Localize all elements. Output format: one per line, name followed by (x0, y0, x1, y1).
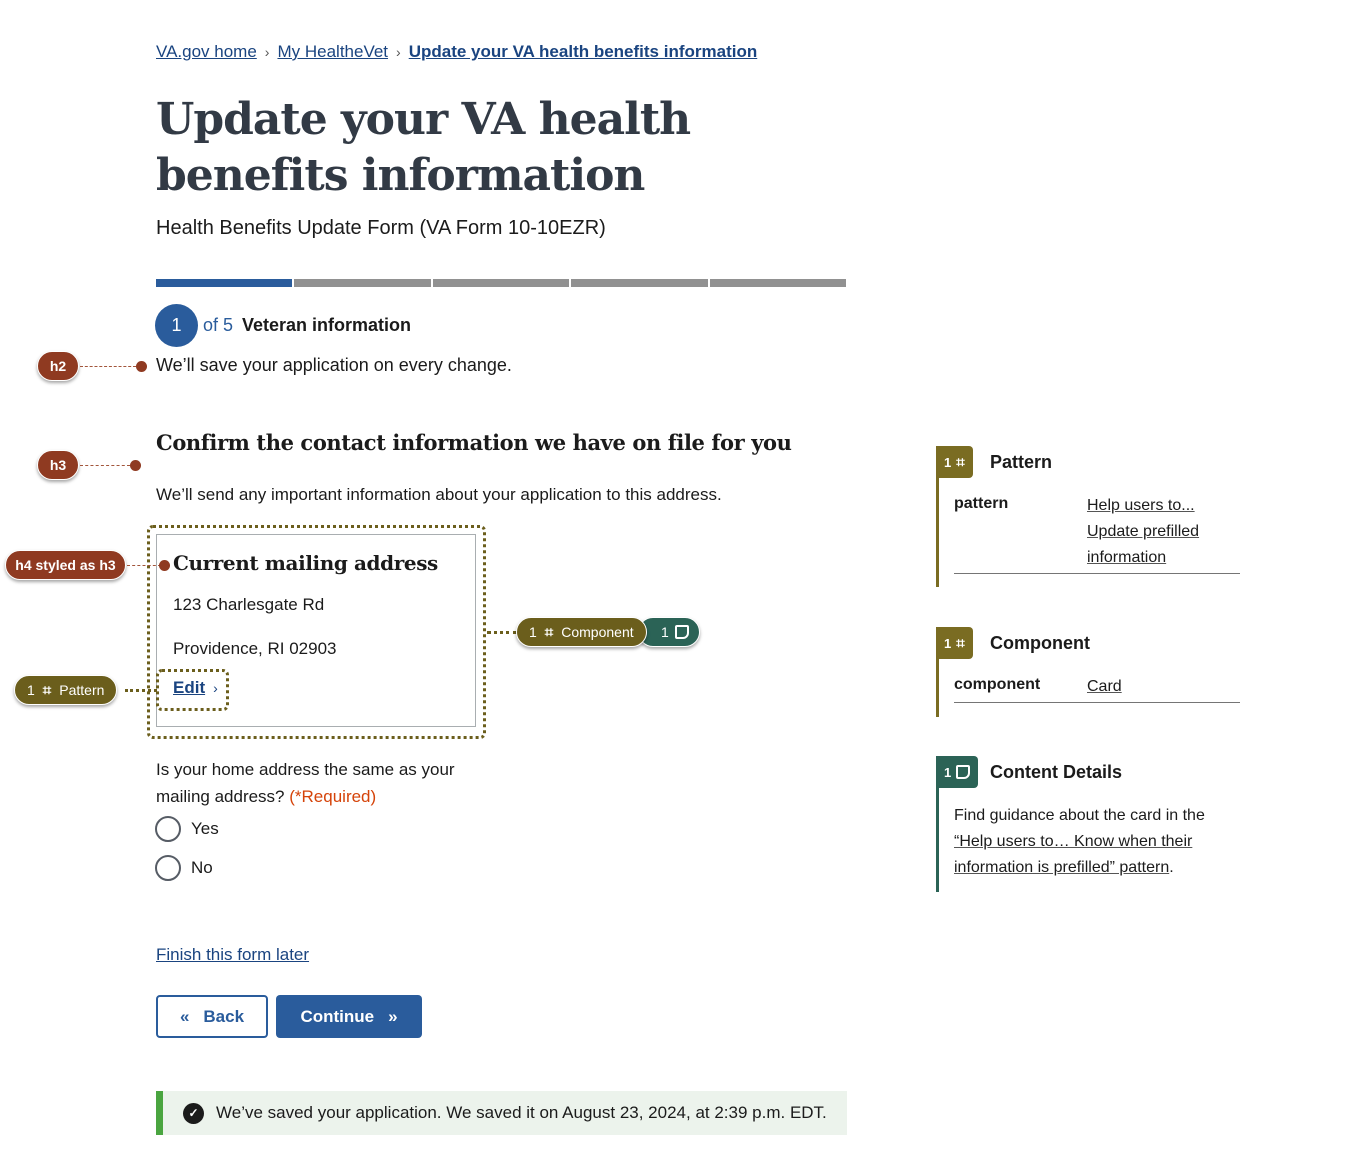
finish-later-link[interactable]: Finish this form later (156, 945, 309, 965)
component-value-link[interactable]: Card (1087, 674, 1122, 700)
section-heading: Confirm the contact information we have … (156, 430, 792, 455)
note-icon (956, 765, 971, 779)
breadcrumb-separator: › (396, 44, 401, 60)
content-details-panel-tab: 1 (936, 756, 979, 788)
annotation-connector (487, 631, 517, 634)
component-panel-title: Component (990, 633, 1090, 653)
h2-annotation-badge: h2 (37, 351, 79, 381)
pattern-value-line: information (1087, 549, 1167, 566)
alert-message: We’ve saved your application. We saved i… (216, 1103, 827, 1122)
address-line-2: Providence, RI 02903 (173, 639, 337, 658)
edit-link-label: Edit (173, 678, 206, 697)
radio-label-yes: Yes (191, 819, 219, 838)
pattern-label: Pattern (59, 682, 105, 698)
divider (954, 702, 1240, 703)
frame-icon: ⌗ (42, 681, 52, 699)
frame-icon: ⌗ (956, 453, 965, 471)
panel-count: 1 (944, 764, 952, 780)
component-annotation-badge[interactable]: 1 ⌗ Component (516, 617, 647, 647)
page-title: Update your VA health benefits informati… (156, 94, 691, 201)
component-count: 1 (529, 624, 537, 640)
annotation-dot (130, 460, 141, 471)
h3-annotation-badge: h3 (37, 450, 79, 480)
progress-bar (156, 279, 847, 287)
pattern-panel-tab: 1 ⌗ (936, 446, 973, 478)
details-guidance-link[interactable]: information is prefilled” pattern (954, 859, 1169, 876)
home-address-question: Is your home address the same as your ma… (156, 756, 486, 810)
progress-segment-1 (156, 279, 293, 287)
continue-button-label: Continue (300, 1006, 375, 1026)
page-subtitle: Health Benefits Update Form (VA Form 10-… (156, 217, 606, 239)
annotation-dot (159, 560, 170, 571)
radio-no[interactable]: No (155, 855, 213, 881)
double-chevron-left-icon: « (179, 1006, 190, 1026)
check-circle-icon: ✓ (183, 1102, 204, 1124)
content-note-annotation-badge[interactable]: 1 (638, 617, 700, 647)
component-label: Component (561, 624, 634, 640)
radio-label-no: No (191, 858, 213, 877)
step-number-badge: 1 (155, 304, 198, 347)
pattern-value-line: Update prefilled (1087, 523, 1200, 540)
annotation-dot (136, 361, 147, 372)
panel-count: 1 (944, 454, 952, 470)
card-title: Current mailing address (173, 551, 438, 575)
radio-button-no[interactable] (155, 855, 181, 881)
progress-segment-4 (571, 279, 708, 287)
step-of-total: of 5 (203, 315, 234, 335)
step-name: Veteran information (242, 315, 412, 335)
divider (954, 573, 1240, 574)
section-description: We’ll send any important information abo… (156, 485, 722, 504)
chevron-right-icon: › (213, 680, 218, 696)
save-success-alert: ✓ We’ve saved your application. We saved… (156, 1091, 847, 1135)
content-details-text: Find guidance about the card in the “Hel… (954, 803, 1234, 881)
details-period: . (1169, 859, 1174, 876)
frame-icon: ⌗ (956, 634, 965, 652)
annotation-connector (125, 689, 157, 692)
annotation-connector (80, 366, 136, 367)
edit-address-link[interactable]: Edit › (173, 678, 218, 698)
breadcrumb-home-link[interactable]: VA.gov home (156, 42, 257, 62)
progress-segment-2 (294, 279, 431, 287)
pattern-annotation-badge[interactable]: 1 ⌗ Pattern (14, 675, 118, 705)
save-note: We’ll save your application on every cha… (156, 355, 512, 375)
note-icon (674, 625, 689, 639)
annotation-connector (127, 565, 161, 566)
pattern-value-line: Help users to... (1087, 497, 1195, 514)
breadcrumb: VA.gov home › My HealtheVet › Update you… (156, 42, 757, 62)
progress-segment-3 (432, 279, 570, 287)
radio-yes[interactable]: Yes (155, 816, 219, 842)
annotation-connector (80, 465, 130, 466)
address-line-1: 123 Charlesgate Rd (173, 595, 325, 614)
radio-button-yes[interactable] (155, 816, 181, 842)
note-count: 1 (661, 624, 669, 640)
double-chevron-right-icon: » (388, 1006, 398, 1026)
pattern-count: 1 (27, 682, 35, 698)
frame-icon: ⌗ (544, 623, 554, 641)
component-key: component (954, 676, 1041, 693)
back-button-label: Back (203, 1006, 245, 1026)
breadcrumb-myhealthevet-link[interactable]: My HealtheVet (277, 42, 388, 62)
component-panel-tab: 1 ⌗ (936, 627, 973, 659)
details-text-line: Find guidance about the card in the (954, 807, 1205, 824)
pattern-key: pattern (954, 495, 1009, 512)
h4-annotation-badge: h4 styled as h3 (5, 550, 126, 580)
required-indicator: (*Required) (289, 787, 377, 806)
continue-button[interactable]: Continue » (276, 995, 422, 1038)
back-button[interactable]: « Back (156, 995, 268, 1038)
breadcrumb-separator: › (264, 44, 270, 60)
pattern-panel-title: Pattern (990, 452, 1053, 472)
content-details-panel-title: Content Details (990, 762, 1123, 782)
pattern-value-link[interactable]: Help users to... Update prefilled inform… (1087, 493, 1199, 571)
panel-count: 1 (944, 635, 952, 651)
progress-segment-5 (709, 279, 847, 287)
breadcrumb-current-link[interactable]: Update your VA health benefits informati… (409, 42, 758, 62)
details-guidance-link[interactable]: “Help users to… Know when their (954, 833, 1192, 850)
